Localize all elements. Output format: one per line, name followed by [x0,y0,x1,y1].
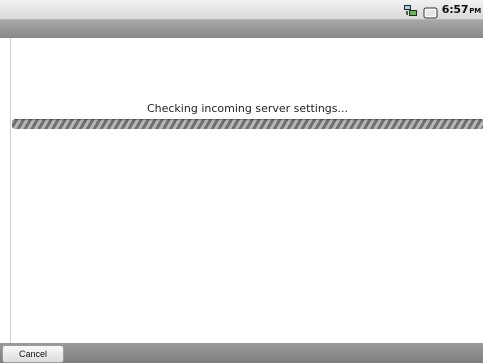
progress-dialog-content: Checking incoming server settings... [10,38,483,343]
battery-icon [423,4,438,18]
progress-message: Checking incoming server settings... [146,102,349,115]
status-icons: 6:57PM [403,0,483,19]
clock: 6:57PM [442,3,481,16]
network-icon [403,3,419,17]
clock-time: 6:57 [441,3,469,16]
clock-ampm: PM [469,7,481,15]
status-bar: 6:57PM [0,0,483,20]
title-bar [0,20,483,38]
cancel-button[interactable]: Cancel [2,345,64,363]
indeterminate-progress-bar [12,119,483,129]
bottom-button-bar: Cancel [0,343,483,363]
